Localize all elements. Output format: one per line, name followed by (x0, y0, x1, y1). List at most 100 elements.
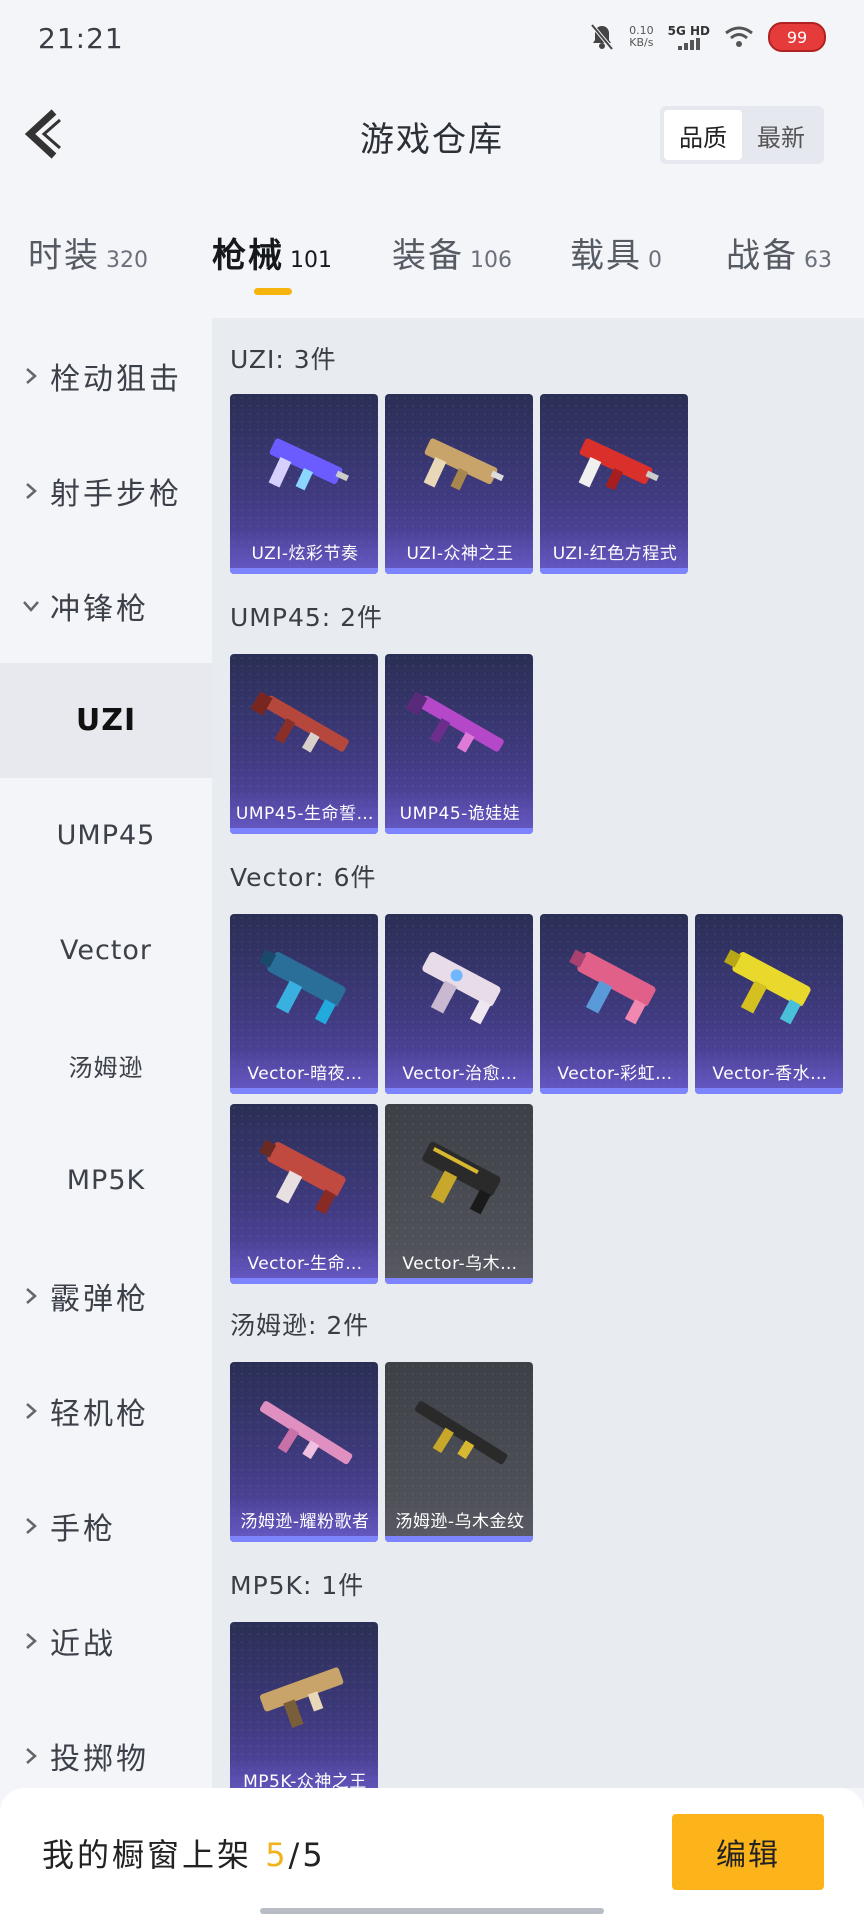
item-card[interactable]: UMP45-诡娃娃 (385, 654, 533, 834)
sidebar-subitem-ump45[interactable]: UMP45 (0, 778, 212, 893)
tab-equipment[interactable]: 装备 106 (392, 228, 512, 277)
item-name: UMP45-生命誓… (230, 794, 378, 828)
item-name: Vector-治愈… (385, 1054, 533, 1088)
vector-skin-icon (259, 949, 346, 1025)
sidebar-item-label: 冲锋枪 (50, 591, 149, 627)
sort-newest-button[interactable]: 最新 (742, 110, 820, 160)
rarity-strip (385, 1278, 533, 1284)
sidebar-item-label: 射手步枪 (50, 476, 182, 512)
item-card[interactable]: UMP45-生命誓… (230, 654, 378, 834)
signal-bars-icon (668, 37, 710, 50)
sidebar-item-melee[interactable]: 近战 (0, 1583, 212, 1698)
tab-label: 枪械 (212, 236, 284, 276)
item-card[interactable]: 汤姆逊-乌木金纹 (385, 1362, 533, 1542)
sidebar-item-bolt-sniper[interactable]: 栓动狙击 (0, 318, 212, 433)
status-icons: 0.10 KB/s 5G HD 99 (589, 22, 826, 52)
smg-skin-icon (405, 691, 504, 753)
battery-icon: 99 (768, 22, 826, 52)
mute-bell-icon (590, 23, 614, 51)
showcase-separator: / (288, 1836, 303, 1874)
tab-fashion[interactable]: 时装 320 (28, 228, 148, 277)
net-speed: 0.10 KB/s (629, 25, 654, 49)
rarity-strip (230, 568, 378, 574)
item-card[interactable]: UZI-众神之王 (385, 394, 533, 574)
sidebar-item-label: UMP45 (56, 820, 156, 851)
group-title-ump45: UMP45: 2件 (230, 603, 384, 632)
sort-quality-button[interactable]: 品质 (664, 110, 742, 160)
smg-skin-icon (423, 438, 504, 491)
group-title-thompson: 汤姆逊: 2件 (230, 1311, 370, 1340)
item-card[interactable]: Vector-生命… (230, 1104, 378, 1284)
item-name: Vector-香水… (695, 1054, 843, 1088)
rarity-strip (540, 568, 688, 574)
chevron-right-icon (26, 1402, 37, 1419)
item-name: Vector-彩虹… (540, 1054, 688, 1088)
smg-skin-icon (268, 438, 349, 491)
tab-label: 载具 (570, 236, 642, 276)
chevron-right-icon (26, 1287, 37, 1304)
rarity-strip (230, 1278, 378, 1284)
tab-label: 装备 (392, 236, 464, 276)
wifi-icon (725, 26, 753, 47)
net-speed-unit: KB/s (629, 36, 654, 49)
home-indicator[interactable] (260, 1908, 604, 1914)
item-card[interactable]: Vector-治愈… (385, 914, 533, 1094)
tab-firearms[interactable]: 枪械 101 (212, 228, 332, 277)
sidebar-subitem-vector[interactable]: Vector (0, 893, 212, 1008)
item-name: MP5K-众神之王 (230, 1762, 378, 1788)
sidebar-subitem-mp5k[interactable]: MP5K (0, 1123, 212, 1238)
item-card[interactable]: Vector-彩虹… (540, 914, 688, 1094)
sidebar-item-label: 近战 (50, 1626, 116, 1662)
signal-indicator: 5G HD (668, 24, 710, 50)
sort-toggle[interactable]: 品质 最新 (660, 106, 824, 164)
item-card[interactable]: 汤姆逊-耀粉歌者 (230, 1362, 378, 1542)
item-card[interactable]: UZI-炫彩节奏 (230, 394, 378, 574)
smg-skin-icon (578, 438, 659, 491)
tab-count: 320 (106, 248, 148, 273)
sidebar-item-lmg[interactable]: 轻机枪 (0, 1353, 212, 1468)
showcase-bar: 我的橱窗上架 5/5 编辑 (0, 1788, 864, 1920)
showcase-status: 我的橱窗上架 5/5 (42, 1830, 326, 1876)
sidebar-item-label: 栓动狙击 (50, 361, 182, 397)
sidebar-subitem-thompson[interactable]: 汤姆逊 (0, 1008, 212, 1123)
edit-button[interactable]: 编辑 (672, 1814, 824, 1890)
item-card[interactable]: Vector-乌木… (385, 1104, 533, 1284)
showcase-label: 我的橱窗上架 (42, 1836, 253, 1874)
showcase-total-count: 5 (302, 1836, 326, 1874)
tab-label: 战备 (726, 236, 798, 276)
chevron-right-icon (26, 1632, 37, 1649)
vector-skin-icon (569, 949, 656, 1025)
sidebar-item-label: 轻机枪 (50, 1396, 149, 1432)
item-name: Vector-生命… (230, 1244, 378, 1278)
sidebar-item-label: 汤姆逊 (68, 1054, 144, 1082)
vector-skin-icon (259, 1139, 346, 1215)
tab-vehicles[interactable]: 载具 0 (570, 228, 662, 277)
group-title-mp5k: MP5K: 1件 (230, 1571, 365, 1600)
tab-count: 0 (648, 248, 662, 273)
item-name: Vector-暗夜… (230, 1054, 378, 1088)
tab-count: 101 (290, 248, 332, 273)
item-card[interactable]: Vector-暗夜… (230, 914, 378, 1094)
status-bar: 21:21 0.10 KB/s 5G HD 99 (0, 0, 864, 80)
vector-skin-icon (422, 952, 501, 1025)
sidebar-item-pistol[interactable]: 手枪 (0, 1468, 212, 1583)
item-card[interactable]: Vector-香水… (695, 914, 843, 1094)
tab-supplies[interactable]: 战备 63 (726, 228, 832, 277)
chevron-right-icon (26, 1747, 37, 1764)
battery-level: 99 (786, 27, 808, 47)
sidebar-item-shotgun[interactable]: 霰弹枪 (0, 1238, 212, 1353)
tab-label: 时装 (28, 236, 100, 276)
chevron-down-icon (23, 600, 39, 612)
sidebar-item-smg[interactable]: 冲锋枪 (0, 548, 212, 663)
smg-skin-icon (259, 1667, 344, 1728)
sidebar-item-marksman-rifle[interactable]: 射手步枪 (0, 433, 212, 548)
sidebar-subitem-uzi[interactable]: UZI (0, 663, 212, 778)
active-tab-indicator (254, 288, 292, 295)
sidebar-item-label: UZI (75, 703, 137, 738)
rarity-strip (540, 1088, 688, 1094)
item-card[interactable]: MP5K-众神之王 (230, 1622, 378, 1788)
item-card[interactable]: UZI-红色方程式 (540, 394, 688, 574)
header: 游戏仓库 品质 最新 (0, 80, 864, 190)
item-name: Vector-乌木… (385, 1244, 533, 1278)
chevron-right-icon (26, 367, 37, 384)
